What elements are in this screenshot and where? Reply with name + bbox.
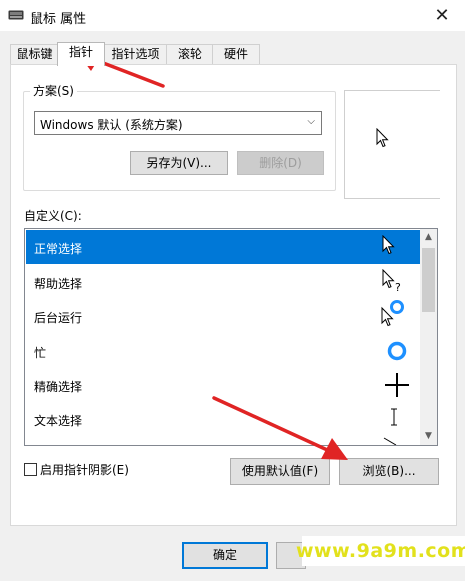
browse-button[interactable]: 浏览(B)... bbox=[339, 458, 439, 485]
use-default-button[interactable]: 使用默认值(F) bbox=[230, 458, 330, 485]
scroll-thumb[interactable] bbox=[422, 248, 435, 312]
tab-label: 滚轮 bbox=[177, 47, 202, 61]
tab-label: 指针 bbox=[68, 45, 93, 59]
tab-pointers[interactable]: 指针 bbox=[57, 42, 105, 66]
use-default-label: 使用默认值(F) bbox=[241, 464, 319, 478]
list-item[interactable]: 正常选择 bbox=[26, 230, 420, 264]
save-as-label: 另存为(V)... bbox=[146, 156, 212, 170]
pointer-shadow-checkbox[interactable]: 启用指针阴影(E) bbox=[24, 461, 129, 477]
list-item-label: 正常选择 bbox=[34, 242, 83, 256]
list-item-label: 后台运行 bbox=[34, 311, 83, 325]
scheme-group-label: 方案(S) bbox=[30, 82, 77, 99]
scroll-down-button[interactable]: ▼ bbox=[420, 428, 437, 445]
scheme-dropdown[interactable]: Windows 默认 (系统方案) ⌵ bbox=[34, 111, 322, 135]
tab-pointer-options[interactable]: 指针选项 bbox=[103, 44, 168, 65]
svg-text:?: ? bbox=[395, 281, 401, 293]
close-icon: ✕ bbox=[434, 5, 450, 26]
ok-label: 确定 bbox=[212, 548, 237, 562]
tab-label: 硬件 bbox=[223, 47, 248, 61]
cursor-list[interactable]: 正常选择 帮助选择 ? 后台运行 忙 精确选择 文本选择 ▲ ▼ bbox=[24, 228, 438, 446]
list-item-label: 精确选择 bbox=[34, 380, 83, 394]
busy-cursor-icon bbox=[387, 341, 407, 361]
crosshair-cursor-icon bbox=[385, 373, 409, 397]
pointer-shadow-label: 启用指针阴影(E) bbox=[40, 462, 129, 477]
customize-label: 自定义(C): bbox=[24, 209, 82, 223]
tab-label: 鼠标键 bbox=[16, 47, 53, 61]
text-select-cursor-icon bbox=[391, 408, 397, 426]
list-item[interactable]: 忙 bbox=[26, 334, 420, 368]
list-item-label: 帮助选择 bbox=[34, 277, 83, 291]
list-item[interactable]: 帮助选择 ? bbox=[26, 265, 420, 299]
scheme-group bbox=[23, 91, 336, 191]
tab-hardware[interactable]: 硬件 bbox=[212, 44, 260, 65]
watermark-text: www.9a9m.com bbox=[295, 540, 465, 562]
list-item-label: 忙 bbox=[34, 346, 47, 360]
working-in-background-cursor-icon bbox=[381, 300, 404, 327]
list-item[interactable] bbox=[26, 436, 420, 445]
tab-label: 指针选项 bbox=[111, 47, 160, 61]
scheme-selected-value: Windows 默认 (系统方案) bbox=[40, 118, 183, 132]
chevron-down-icon: ⌵ bbox=[307, 116, 315, 127]
close-button[interactable]: ✕ bbox=[419, 0, 465, 31]
handwriting-cursor-icon bbox=[383, 437, 397, 445]
tab-buttons[interactable]: 鼠标键 bbox=[10, 44, 59, 65]
list-item[interactable]: 后台运行 bbox=[26, 299, 420, 333]
list-scrollbar[interactable]: ▲ ▼ bbox=[420, 229, 437, 445]
arrow-cursor-icon bbox=[376, 128, 389, 148]
delete-label: 删除(D) bbox=[259, 156, 302, 170]
browse-label: 浏览(B)... bbox=[362, 464, 416, 478]
tab-wheel[interactable]: 滚轮 bbox=[166, 44, 214, 65]
mouse-properties-icon bbox=[8, 10, 24, 20]
list-item[interactable]: 精确选择 bbox=[26, 368, 420, 402]
delete-button[interactable]: 删除(D) bbox=[237, 151, 324, 175]
watermark: www.9a9m.com bbox=[296, 536, 465, 566]
scroll-up-button[interactable]: ▲ bbox=[420, 229, 437, 246]
save-as-button[interactable]: 另存为(V)... bbox=[130, 151, 228, 175]
arrow-cursor-icon bbox=[382, 235, 395, 255]
window-title: 鼠标 属性 bbox=[30, 12, 87, 27]
ok-button[interactable]: 确定 bbox=[182, 542, 268, 569]
title-bar: 鼠标 属性 ✕ bbox=[0, 0, 465, 31]
list-item[interactable]: 文本选择 bbox=[26, 402, 420, 436]
checkbox-box[interactable] bbox=[24, 462, 37, 476]
cursor-preview bbox=[344, 90, 440, 199]
list-item-label: 文本选择 bbox=[34, 414, 83, 428]
help-cursor-icon: ? bbox=[382, 269, 401, 293]
